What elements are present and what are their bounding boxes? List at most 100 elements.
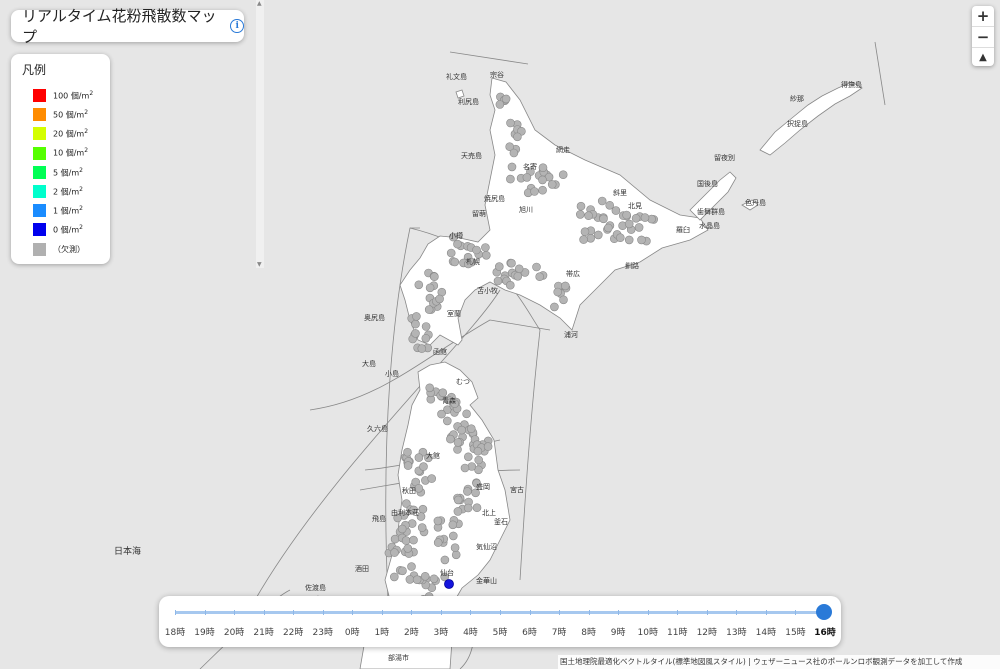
station-marker[interactable] <box>437 409 446 419</box>
time-label[interactable]: 23時 <box>312 625 332 638</box>
station-marker[interactable] <box>442 416 452 426</box>
station-marker-active[interactable] <box>444 579 454 589</box>
station-marker[interactable] <box>448 531 458 541</box>
station-marker[interactable] <box>398 566 407 576</box>
station-marker[interactable] <box>501 94 511 104</box>
station-marker[interactable] <box>453 495 463 505</box>
scroll-up-icon[interactable]: ▲ <box>257 0 262 7</box>
station-marker[interactable] <box>466 424 476 434</box>
time-label[interactable]: 1時 <box>374 625 389 638</box>
station-marker[interactable] <box>430 272 439 282</box>
time-label[interactable]: 3時 <box>434 625 449 638</box>
station-marker[interactable] <box>457 425 467 435</box>
station-marker[interactable] <box>412 312 421 321</box>
scroll-down-icon[interactable]: ▼ <box>257 261 262 268</box>
station-marker[interactable] <box>420 571 430 581</box>
time-label[interactable]: 2時 <box>404 625 419 638</box>
station-marker[interactable] <box>440 555 450 565</box>
station-marker[interactable] <box>559 295 568 305</box>
station-marker[interactable] <box>624 219 634 229</box>
station-marker[interactable] <box>547 180 557 189</box>
time-label[interactable]: 18時 <box>165 625 185 638</box>
station-marker[interactable] <box>472 503 482 513</box>
time-label[interactable]: 15時 <box>785 625 805 638</box>
station-marker[interactable] <box>450 257 460 267</box>
station-marker[interactable] <box>575 210 585 219</box>
time-label[interactable]: 7時 <box>552 625 567 638</box>
station-marker[interactable] <box>483 442 493 451</box>
station-marker[interactable] <box>417 344 427 353</box>
station-marker[interactable] <box>421 333 431 343</box>
time-label[interactable]: 11時 <box>667 625 687 638</box>
time-label[interactable]: 14時 <box>756 625 776 638</box>
station-marker[interactable] <box>453 438 463 447</box>
station-marker[interactable] <box>414 483 424 493</box>
station-marker[interactable] <box>411 329 420 338</box>
station-marker[interactable] <box>438 388 448 398</box>
station-marker[interactable] <box>401 536 411 545</box>
station-marker[interactable] <box>414 280 424 290</box>
time-label[interactable]: 13時 <box>726 625 746 638</box>
station-marker[interactable] <box>615 233 625 242</box>
station-marker[interactable] <box>506 118 515 128</box>
time-slider-handle[interactable] <box>816 604 832 620</box>
time-label[interactable]: 10時 <box>637 625 657 638</box>
station-marker[interactable] <box>505 280 515 290</box>
station-marker[interactable] <box>631 214 641 223</box>
station-marker[interactable] <box>427 474 437 483</box>
time-label[interactable]: 20時 <box>224 625 244 638</box>
time-label[interactable]: 12時 <box>697 625 717 638</box>
station-marker[interactable] <box>425 383 435 393</box>
time-label[interactable]: 8時 <box>581 625 596 638</box>
station-marker[interactable] <box>418 504 428 514</box>
station-marker[interactable] <box>579 235 588 244</box>
station-marker[interactable] <box>553 287 563 297</box>
station-marker[interactable] <box>429 574 439 584</box>
time-label[interactable]: 4時 <box>463 625 478 638</box>
station-marker[interactable] <box>446 434 455 444</box>
station-marker[interactable] <box>506 174 515 184</box>
station-marker[interactable] <box>424 305 434 314</box>
station-marker[interactable] <box>460 463 470 473</box>
station-marker[interactable] <box>522 173 532 182</box>
station-marker[interactable] <box>560 281 570 291</box>
station-marker[interactable] <box>405 575 415 584</box>
station-marker[interactable] <box>586 234 596 243</box>
station-marker[interactable] <box>637 235 646 245</box>
time-label[interactable]: 0時 <box>345 625 360 638</box>
station-marker[interactable] <box>433 516 443 526</box>
station-marker[interactable] <box>580 227 590 236</box>
zoom-out-button[interactable]: − <box>972 27 994 48</box>
station-marker[interactable] <box>474 455 484 465</box>
station-marker[interactable] <box>390 534 400 544</box>
station-marker[interactable] <box>495 100 505 109</box>
station-marker[interactable] <box>446 248 456 258</box>
station-marker[interactable] <box>453 239 462 249</box>
time-label[interactable]: 21時 <box>253 625 273 638</box>
station-marker[interactable] <box>507 258 516 268</box>
station-marker[interactable] <box>597 196 607 206</box>
station-marker[interactable] <box>509 148 519 158</box>
station-marker[interactable] <box>421 322 431 331</box>
station-marker[interactable] <box>463 487 472 496</box>
station-marker[interactable] <box>513 132 522 142</box>
time-label[interactable]: 19時 <box>194 625 214 638</box>
station-marker[interactable] <box>507 162 517 172</box>
station-marker[interactable] <box>407 562 416 571</box>
station-marker[interactable] <box>622 210 631 220</box>
station-marker[interactable] <box>493 276 503 286</box>
station-marker[interactable] <box>611 206 621 215</box>
station-marker[interactable] <box>409 535 418 545</box>
station-marker[interactable] <box>425 283 435 293</box>
station-marker[interactable] <box>463 503 473 513</box>
station-marker[interactable] <box>433 538 443 547</box>
station-marker[interactable] <box>494 262 504 271</box>
time-label[interactable]: 9時 <box>611 625 626 638</box>
station-marker[interactable] <box>453 445 462 454</box>
station-marker[interactable] <box>403 447 412 457</box>
station-marker[interactable] <box>403 544 413 553</box>
station-marker[interactable] <box>462 409 471 419</box>
station-marker[interactable] <box>513 271 523 281</box>
station-marker[interactable] <box>435 294 444 304</box>
station-marker[interactable] <box>481 243 490 252</box>
